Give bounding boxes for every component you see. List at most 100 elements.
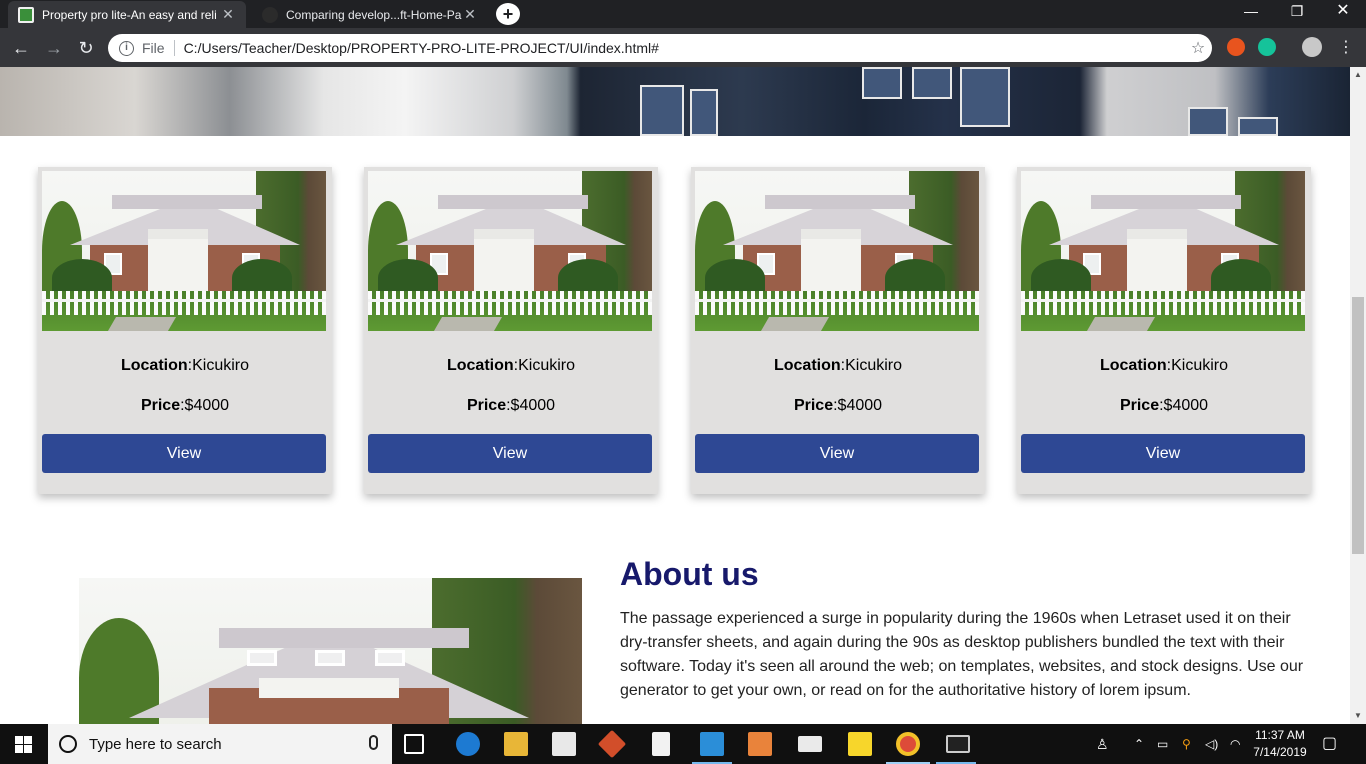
location-label: Location — [120, 357, 188, 374]
task-view-icon[interactable] — [404, 734, 424, 754]
location-value: :Kicukiro — [840, 357, 903, 374]
location-value: :Kicukiro — [1166, 357, 1229, 374]
location-label: Location — [1099, 357, 1167, 374]
new-tab-plus-icon[interactable]: + — [496, 3, 520, 25]
address-divider — [173, 40, 175, 56]
store-icon[interactable] — [552, 732, 576, 756]
location-line: Location:Kicukiro — [691, 357, 985, 375]
media-player-icon[interactable] — [748, 732, 772, 756]
windows-taskbar: Type here to search ♙ ⌃ ▭ ⚲ ◁) ◠ 11:37 A… — [0, 724, 1366, 764]
price-label: Price — [140, 397, 181, 414]
price-line: Price:$4000 — [364, 397, 658, 415]
property-house-image — [1021, 171, 1305, 331]
property-card: Location:Kicukiro Price:$4000 View — [691, 167, 985, 494]
location-label: Location — [446, 357, 514, 374]
tab-title: Comparing develop...ft-Home-Pa — [286, 7, 462, 22]
reload-icon[interactable]: ↻ — [74, 36, 98, 60]
chevron-up-icon[interactable]: ⌃ — [1134, 724, 1144, 764]
wifi-icon[interactable]: ◠ — [1230, 724, 1240, 764]
battery-icon[interactable]: ▭ — [1157, 724, 1168, 764]
property-card: Location:Kicukiro Price:$4000 View — [1017, 167, 1311, 494]
property-card: Location:Kicukiro Price:$4000 View — [364, 167, 658, 494]
sticky-notes-icon[interactable] — [848, 732, 872, 756]
property-house-image — [42, 171, 326, 331]
browser-toolbar: ← → ↻ i File C:/Users/Teacher/Desktop/PR… — [0, 28, 1366, 67]
price-label: Price — [466, 397, 507, 414]
about-paragraph: The passage experienced a surge in popul… — [620, 610, 1304, 699]
location-line: Location:Kicukiro — [1017, 357, 1311, 375]
tab-close-icon[interactable]: ✕ — [220, 6, 236, 23]
taskbar-search-box[interactable]: Type here to search — [48, 724, 392, 764]
tab-title: Property pro lite-An easy and reli — [42, 7, 217, 22]
scrollbar-thumb[interactable] — [1352, 297, 1364, 554]
price-value: :$4000 — [506, 397, 556, 414]
scroll-down-arrow-icon[interactable]: ▼ — [1350, 708, 1366, 724]
site-favicon-icon — [18, 6, 34, 23]
restore-icon[interactable]: ❐ — [1274, 0, 1320, 24]
github-favicon-icon — [262, 6, 278, 23]
price-label: Price — [1119, 397, 1160, 414]
about-house-image — [79, 578, 582, 724]
location-value: :Kicukiro — [187, 357, 250, 374]
volume-icon[interactable]: ◁) — [1205, 724, 1218, 764]
mail-icon[interactable] — [798, 736, 822, 752]
vscode-icon[interactable] — [700, 732, 724, 756]
bookmark-star-icon[interactable]: ☆ — [1184, 38, 1212, 58]
edge-browser-icon[interactable] — [456, 732, 480, 756]
search-tray-icon[interactable]: ⚲ — [1182, 724, 1191, 764]
property-house-image — [695, 171, 979, 331]
taskbar-clock[interactable]: 11:37 AM 7/14/2019 — [1250, 727, 1310, 761]
price-value: :$4000 — [180, 397, 230, 414]
chrome-icon[interactable] — [896, 732, 920, 756]
tab-comparing-develop[interactable]: Comparing develop...ft-Home-Pa ✕ — [252, 1, 488, 28]
price-label: Price — [793, 397, 834, 414]
property-house-image — [368, 171, 652, 331]
menu-kebab-icon[interactable]: ⋮ — [1334, 36, 1358, 60]
property-card: Location:Kicukiro Price:$4000 View — [38, 167, 332, 494]
price-value: :$4000 — [1159, 397, 1209, 414]
view-button[interactable]: View — [42, 434, 326, 473]
clock-time: 11:37 AM — [1255, 728, 1305, 742]
document-icon[interactable] — [652, 732, 670, 756]
view-button[interactable]: View — [368, 434, 652, 473]
microphone-icon[interactable] — [369, 735, 378, 750]
address-bar[interactable]: i File C:/Users/Teacher/Desktop/PROPERTY… — [108, 34, 1212, 62]
page-viewport: Location:Kicukiro Price:$4000 View Locat… — [0, 67, 1350, 724]
minimize-icon[interactable]: — — [1228, 0, 1274, 24]
extension-fire-icon[interactable] — [1227, 38, 1245, 56]
grammarly-extension-icon[interactable] — [1258, 38, 1276, 56]
windows-start-button[interactable] — [0, 724, 48, 764]
cortana-circle-icon — [59, 735, 77, 753]
location-line: Location:Kicukiro — [364, 357, 658, 375]
file-explorer-icon[interactable] — [504, 732, 528, 756]
notifications-icon[interactable]: ▢ — [1322, 724, 1337, 764]
people-icon[interactable]: ♙ — [1096, 724, 1109, 764]
scroll-up-arrow-icon[interactable]: ▲ — [1350, 67, 1366, 83]
address-url[interactable]: C:/Users/Teacher/Desktop/PROPERTY-PRO-LI… — [184, 40, 1184, 56]
forward-arrow-icon[interactable]: → — [42, 36, 66, 60]
git-icon[interactable] — [597, 729, 627, 759]
price-line: Price:$4000 — [1017, 397, 1311, 415]
view-button[interactable]: View — [695, 434, 979, 473]
clock-date: 7/14/2019 — [1253, 745, 1307, 759]
address-scheme: File — [142, 40, 165, 56]
view-button[interactable]: View — [1021, 434, 1305, 473]
search-placeholder: Type here to search — [89, 735, 222, 753]
location-line: Location:Kicukiro — [38, 357, 332, 375]
tab-property-pro-lite[interactable]: Property pro lite-An easy and reli ✕ — [8, 1, 246, 28]
browser-tab-strip: Property pro lite-An easy and reli ✕ Com… — [0, 0, 1366, 28]
page-scrollbar[interactable]: ▲ ▼ — [1350, 67, 1366, 724]
location-label: Location — [773, 357, 841, 374]
about-title: About us — [620, 556, 759, 592]
hero-banner-image — [0, 67, 1350, 136]
back-arrow-icon[interactable]: ← — [9, 36, 33, 60]
tab-close-icon[interactable]: ✕ — [462, 6, 478, 23]
price-line: Price:$4000 — [38, 397, 332, 415]
price-line: Price:$4000 — [691, 397, 985, 415]
price-value: :$4000 — [833, 397, 883, 414]
profile-avatar-icon[interactable] — [1302, 37, 1322, 57]
info-icon[interactable]: i — [119, 40, 134, 56]
window-close-icon[interactable]: ✕ — [1320, 0, 1366, 24]
location-value: :Kicukiro — [513, 357, 576, 374]
terminal-icon[interactable] — [946, 735, 970, 753]
